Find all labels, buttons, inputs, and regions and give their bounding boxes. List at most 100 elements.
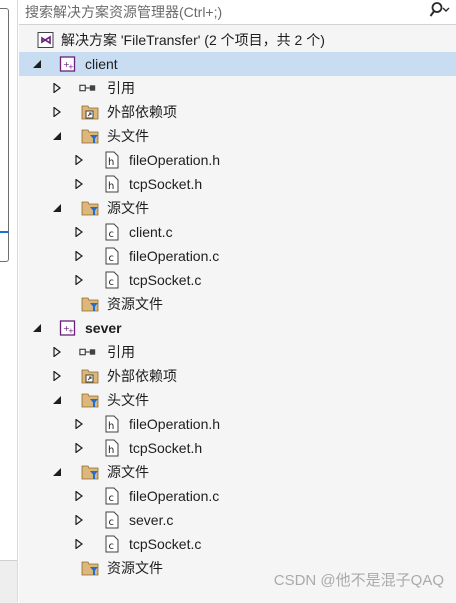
expanded-arrow-icon[interactable] xyxy=(31,58,43,70)
svg-text:h: h xyxy=(108,181,114,192)
svg-text:c: c xyxy=(109,541,115,552)
collapsed-arrow-icon[interactable] xyxy=(73,514,85,526)
external-dependencies-label: 外部依赖项 xyxy=(107,368,177,384)
file-label: client.c xyxy=(129,224,173,240)
solution-label: 解决方案 'FileTransfer' (2 个项目，共 2 个) xyxy=(61,32,325,48)
collapsed-arrow-icon[interactable] xyxy=(51,370,63,382)
resource-files-label: 资源文件 xyxy=(107,560,163,576)
tree-item-header-files[interactable]: 头文件 xyxy=(19,124,456,148)
references-icon xyxy=(79,343,97,361)
tree-item-file[interactable]: c sever.c xyxy=(19,508,456,532)
c-file-icon: c xyxy=(103,511,121,529)
c-file-icon: c xyxy=(103,535,121,553)
tree-item-header-files[interactable]: 头文件 xyxy=(19,388,456,412)
c-file-icon: c xyxy=(103,487,121,505)
expanded-arrow-icon[interactable] xyxy=(51,466,63,478)
svg-text:h: h xyxy=(108,445,114,456)
tree-item-file[interactable]: h fileOperation.h xyxy=(19,412,456,436)
caret-line xyxy=(0,231,9,233)
left-pane xyxy=(0,0,19,603)
external-dependencies-icon xyxy=(81,367,99,385)
tree-item-source-files[interactable]: 源文件 xyxy=(19,196,456,220)
tree-item-project-client[interactable]: + + client xyxy=(19,52,456,76)
status-box xyxy=(0,560,17,603)
source-files-label: 源文件 xyxy=(107,464,149,480)
svg-text:+: + xyxy=(68,63,74,71)
file-label: tcpSocket.c xyxy=(129,536,202,552)
pane-divider xyxy=(17,0,18,602)
svg-text:c: c xyxy=(109,277,115,288)
tree-item-file[interactable]: h tcpSocket.h xyxy=(19,172,456,196)
editor-frame xyxy=(0,8,9,262)
resource-files-label: 资源文件 xyxy=(107,296,163,312)
c-file-icon: c xyxy=(103,271,121,289)
search-input[interactable] xyxy=(19,1,422,23)
file-label: sever.c xyxy=(129,512,174,528)
tree-item-file[interactable]: c tcpSocket.c xyxy=(19,268,456,292)
svg-text:c: c xyxy=(109,493,115,504)
expanded-arrow-icon[interactable] xyxy=(31,322,43,334)
tree-item-file[interactable]: c tcpSocket.c xyxy=(19,532,456,556)
expanded-arrow-icon[interactable] xyxy=(51,202,63,214)
c-file-icon: c xyxy=(103,223,121,241)
tree-item-file[interactable]: h tcpSocket.h xyxy=(19,436,456,460)
svg-text:+: + xyxy=(68,327,74,335)
tree-item-file[interactable]: h fileOperation.h xyxy=(19,148,456,172)
project-label: sever xyxy=(85,320,122,336)
tree-item-references[interactable]: 引用 xyxy=(19,76,456,100)
source-files-label: 源文件 xyxy=(107,200,149,216)
collapsed-arrow-icon[interactable] xyxy=(73,226,85,238)
header-file-icon: h xyxy=(103,151,121,169)
collapsed-arrow-icon[interactable] xyxy=(51,82,63,94)
tree-item-solution[interactable]: 解决方案 'FileTransfer' (2 个项目，共 2 个) xyxy=(19,28,456,52)
file-label: tcpSocket.h xyxy=(129,176,203,192)
tree-item-references[interactable]: 引用 xyxy=(19,340,456,364)
project-label: client xyxy=(85,56,118,72)
external-dependencies-icon xyxy=(81,103,99,121)
collapsed-arrow-icon[interactable] xyxy=(73,538,85,550)
external-dependencies-label: 外部依赖项 xyxy=(107,104,177,120)
references-label: 引用 xyxy=(107,80,135,96)
collapsed-arrow-icon[interactable] xyxy=(73,418,85,430)
collapsed-arrow-icon[interactable] xyxy=(51,106,63,118)
search-bar xyxy=(19,0,456,25)
svg-text:c: c xyxy=(109,517,115,528)
tree-item-file[interactable]: c fileOperation.c xyxy=(19,244,456,268)
expanded-arrow-icon[interactable] xyxy=(51,394,63,406)
collapsed-arrow-icon[interactable] xyxy=(73,250,85,262)
file-label: tcpSocket.h xyxy=(129,440,203,456)
tree-item-external-dependencies[interactable]: 外部依赖项 xyxy=(19,100,456,124)
filter-folder-icon xyxy=(81,559,99,577)
filter-folder-icon xyxy=(81,391,99,409)
references-icon xyxy=(79,79,97,97)
file-label: tcpSocket.c xyxy=(129,272,202,288)
file-label: fileOperation.h xyxy=(129,416,221,432)
filter-folder-icon xyxy=(81,463,99,481)
tree-item-file[interactable]: c client.c xyxy=(19,220,456,244)
svg-text:c: c xyxy=(109,253,115,264)
watermark: CSDN @他不是混子QAQ xyxy=(273,572,444,589)
collapsed-arrow-icon[interactable] xyxy=(73,154,85,166)
collapsed-arrow-icon[interactable] xyxy=(73,178,85,190)
tree-item-resource-files[interactable]: 资源文件 xyxy=(19,292,456,316)
file-label: fileOperation.c xyxy=(129,248,220,264)
expanded-arrow-icon[interactable] xyxy=(51,130,63,142)
references-label: 引用 xyxy=(107,344,135,360)
tree-item-project-sever[interactable]: + + sever xyxy=(19,316,456,340)
collapsed-arrow-icon[interactable] xyxy=(73,442,85,454)
header-file-icon: h xyxy=(103,439,121,457)
filter-folder-icon xyxy=(81,295,99,313)
filter-folder-icon xyxy=(81,199,99,217)
header-files-label: 头文件 xyxy=(107,128,149,144)
collapsed-arrow-icon[interactable] xyxy=(51,346,63,358)
file-label: fileOperation.c xyxy=(129,488,220,504)
collapsed-arrow-icon[interactable] xyxy=(73,490,85,502)
tree-item-file[interactable]: c fileOperation.c xyxy=(19,484,456,508)
header-files-label: 头文件 xyxy=(107,392,149,408)
project-icon: + + xyxy=(59,55,77,73)
search-button[interactable] xyxy=(422,0,456,24)
tree-item-external-dependencies[interactable]: 外部依赖项 xyxy=(19,364,456,388)
collapsed-arrow-icon[interactable] xyxy=(73,274,85,286)
tree-item-source-files[interactable]: 源文件 xyxy=(19,460,456,484)
svg-text:h: h xyxy=(108,157,114,168)
